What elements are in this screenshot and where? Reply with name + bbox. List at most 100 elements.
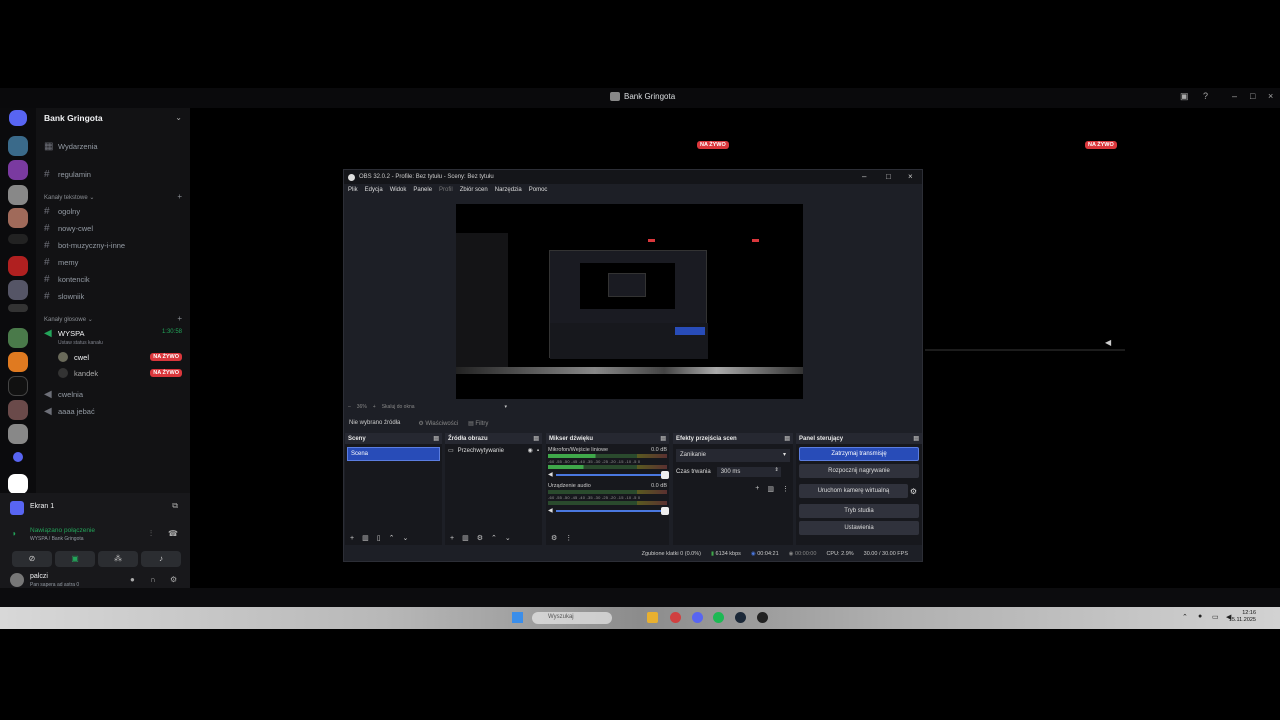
server-icon[interactable] bbox=[8, 328, 28, 348]
disconnect-icon[interactable]: ☎ bbox=[168, 529, 178, 538]
server-icon[interactable] bbox=[8, 160, 28, 180]
lock-icon[interactable]: ▪ bbox=[537, 448, 539, 454]
username[interactable]: palczi bbox=[30, 573, 48, 580]
guild-name[interactable]: Bank Gringota bbox=[44, 113, 103, 123]
menu-panele[interactable]: Panele bbox=[413, 187, 432, 193]
studio-mode-button[interactable]: Tryb studia bbox=[799, 504, 919, 518]
server-icon[interactable] bbox=[8, 280, 28, 300]
channel-nowy-cwel[interactable]: # nowy-cwel bbox=[44, 223, 93, 234]
server-icon[interactable] bbox=[8, 400, 28, 420]
move-up-icon[interactable]: ⌃ bbox=[491, 534, 497, 542]
dock-menu-icon[interactable]: ▤ bbox=[660, 435, 666, 442]
menu-plik[interactable]: Plik bbox=[348, 187, 358, 193]
filters-button[interactable]: ▤ Filtry bbox=[468, 420, 488, 427]
server-icon[interactable] bbox=[8, 208, 28, 228]
server-icon[interactable] bbox=[8, 424, 28, 444]
channel-bot-muzyczny[interactable]: # bot-muzyczny-i-inne bbox=[44, 240, 125, 251]
zoom-in-icon[interactable]: + bbox=[373, 404, 376, 410]
remove-icon[interactable]: ▥ bbox=[362, 534, 369, 542]
remove-icon[interactable]: ▥ bbox=[462, 534, 469, 542]
remove-icon[interactable]: ▥ bbox=[767, 485, 774, 493]
microphone-icon[interactable]: ● bbox=[1198, 613, 1202, 620]
server-icon[interactable] bbox=[8, 474, 28, 494]
more-options-icon[interactable]: ⋮ bbox=[782, 485, 789, 493]
channel-status[interactable]: Ustaw status kanału bbox=[58, 340, 103, 346]
headphones-icon[interactable]: ∩ bbox=[150, 575, 156, 584]
dock-menu-icon[interactable]: ▤ bbox=[533, 435, 539, 442]
taskbar-search[interactable]: Wyszukaj bbox=[532, 612, 612, 624]
file-explorer-icon[interactable] bbox=[647, 612, 658, 623]
menu-zbior-scen[interactable]: Zbiór scen bbox=[460, 187, 488, 193]
minimize-icon[interactable]: – bbox=[1232, 91, 1237, 101]
camera-button[interactable]: ⊘ bbox=[12, 551, 52, 567]
volume-fader[interactable]: ◀ bbox=[548, 506, 669, 515]
channel-slowniik[interactable]: # slowniik bbox=[44, 291, 84, 302]
close-icon[interactable]: × bbox=[1268, 91, 1273, 101]
voice-member[interactable]: kandek bbox=[58, 368, 98, 378]
popout-icon[interactable]: ⧉ bbox=[172, 501, 178, 511]
duration-input[interactable]: 300 ms ⇕ bbox=[716, 467, 781, 477]
noise-suppression-icon[interactable]: ⫶ bbox=[150, 529, 152, 539]
microphone-icon[interactable]: ● bbox=[130, 575, 135, 584]
dock-menu-icon[interactable]: ▤ bbox=[433, 435, 439, 442]
server-icon[interactable] bbox=[8, 376, 28, 396]
minimize-icon[interactable]: – bbox=[862, 172, 866, 181]
advanced-audio-icon[interactable]: ⚙ bbox=[551, 534, 557, 542]
move-down-icon[interactable]: ⌄ bbox=[402, 534, 408, 542]
volume-icon[interactable]: ◀ bbox=[1105, 338, 1111, 347]
add-channel-icon[interactable]: + bbox=[177, 192, 182, 201]
chevron-up-icon[interactable]: ⌃ bbox=[1182, 613, 1188, 621]
server-icon[interactable] bbox=[8, 256, 28, 276]
settings-gear-icon[interactable]: ⚙ bbox=[170, 575, 177, 584]
add-channel-icon[interactable]: + bbox=[177, 314, 182, 323]
transition-select[interactable]: Zanikanie ▾ bbox=[676, 449, 790, 462]
dock-menu-icon[interactable]: ▤ bbox=[784, 435, 790, 442]
stop-streaming-button[interactable]: Zatrzymaj transmisję bbox=[799, 447, 919, 461]
events-item[interactable]: ▦ Wydarzenia bbox=[44, 141, 98, 152]
channel-ogolny[interactable]: # ogolny bbox=[44, 206, 80, 217]
preview-canvas[interactable] bbox=[456, 204, 803, 399]
properties-button[interactable]: ⚙ Właściwości bbox=[418, 420, 458, 427]
server-icon[interactable] bbox=[8, 234, 28, 244]
activities-button[interactable]: ⁂ bbox=[98, 551, 138, 567]
server-icon[interactable] bbox=[8, 304, 28, 312]
connection-status[interactable]: Nawiązano połączenie bbox=[30, 527, 95, 534]
menu-widok[interactable]: Widok bbox=[390, 187, 407, 193]
server-folder-icon[interactable] bbox=[13, 452, 23, 462]
virtual-camera-button[interactable]: Uruchom kamerę wirtualną bbox=[799, 484, 908, 498]
add-icon[interactable]: + bbox=[755, 485, 759, 493]
opera-icon[interactable] bbox=[670, 612, 681, 623]
maximize-icon[interactable]: □ bbox=[1250, 91, 1255, 101]
discord-home-icon[interactable] bbox=[9, 110, 27, 126]
channel-kontencik[interactable]: # kontencik bbox=[44, 274, 90, 285]
menu-profil[interactable]: Profil bbox=[439, 187, 453, 193]
steam-icon[interactable] bbox=[735, 612, 746, 623]
menu-edycja[interactable]: Edycja bbox=[365, 187, 383, 193]
dropdown-arrow-icon[interactable]: ▾ bbox=[505, 404, 508, 410]
voice-category[interactable]: Kanały głosowe ⌄ bbox=[44, 316, 93, 323]
scene-item[interactable]: Scena bbox=[347, 447, 440, 461]
discord-icon[interactable] bbox=[692, 612, 703, 623]
zoom-fit[interactable]: Skaluj do okna bbox=[382, 404, 415, 410]
zoom-out-icon[interactable]: – bbox=[348, 404, 351, 410]
add-icon[interactable]: + bbox=[350, 535, 354, 542]
text-category[interactable]: Kanały tekstowe ⌄ bbox=[44, 194, 94, 201]
move-down-icon[interactable]: ⌄ bbox=[505, 534, 511, 542]
voice-member[interactable]: cwel bbox=[58, 352, 89, 362]
soundboard-button[interactable]: ♪ bbox=[141, 551, 181, 567]
spotify-icon[interactable] bbox=[713, 612, 724, 623]
obs-preview[interactable] bbox=[345, 198, 912, 400]
gear-icon[interactable]: ⚙ bbox=[910, 487, 917, 496]
add-icon[interactable]: + bbox=[450, 535, 454, 542]
settings-button[interactable]: Ustawienia bbox=[799, 521, 919, 535]
taskbar-clock[interactable]: 12:16 15.11.2025 bbox=[1229, 610, 1256, 624]
more-options-icon[interactable]: ⋮ bbox=[565, 534, 572, 542]
channel-memy[interactable]: # memy bbox=[44, 257, 78, 268]
voice-channel-jebac[interactable]: ◀ aaaa jebać bbox=[44, 406, 95, 417]
server-icon[interactable] bbox=[8, 136, 28, 156]
windows-start-icon[interactable] bbox=[512, 612, 523, 623]
dock-menu-icon[interactable]: ▤ bbox=[913, 435, 919, 442]
server-icon[interactable] bbox=[8, 185, 28, 205]
server-icon[interactable] bbox=[8, 352, 28, 372]
move-up-icon[interactable]: ⌃ bbox=[389, 534, 395, 542]
